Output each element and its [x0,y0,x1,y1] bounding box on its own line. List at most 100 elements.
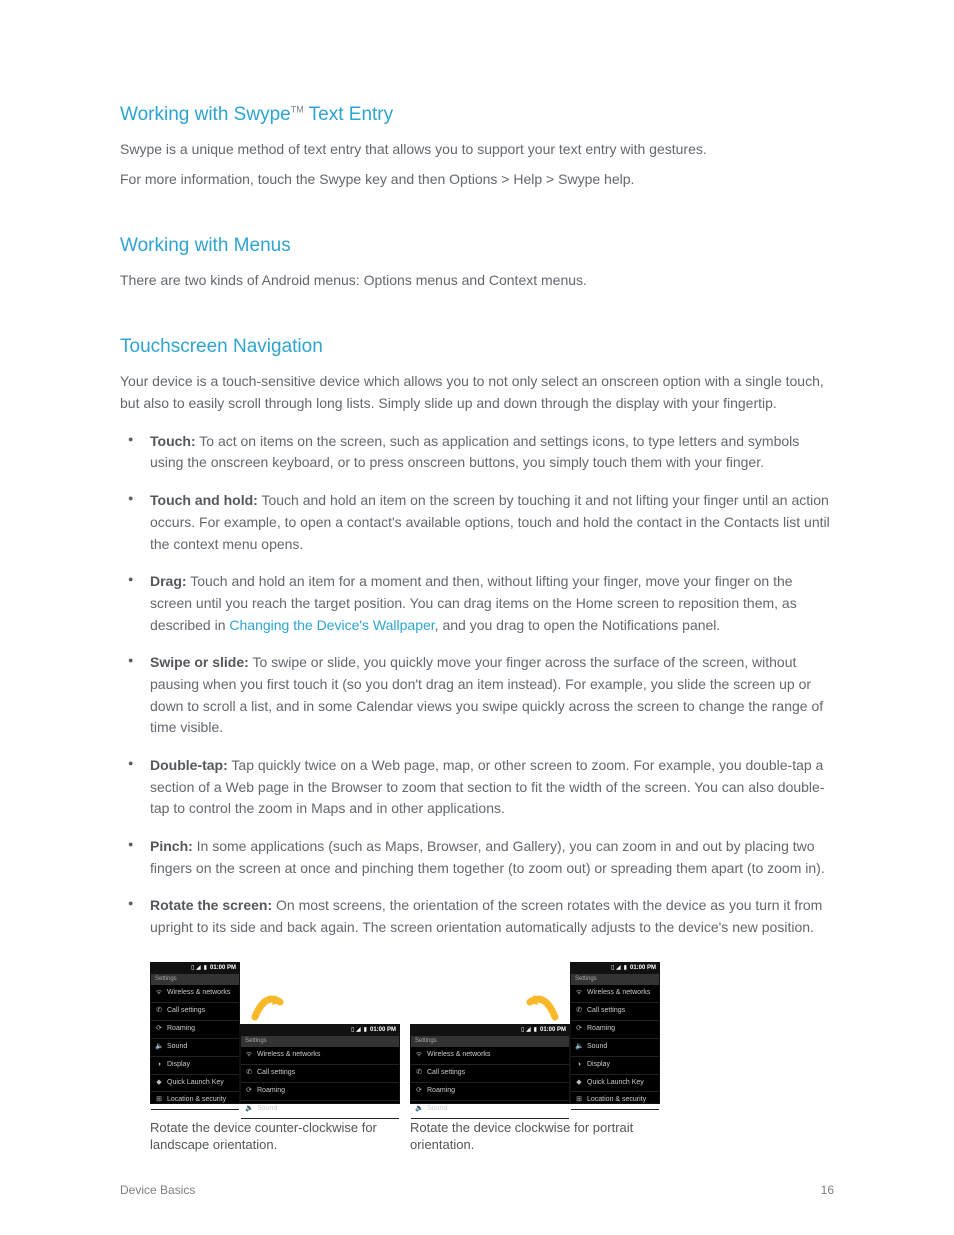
row-label: Sound [167,1042,187,1053]
status-time: 01:00 PM [630,964,656,973]
caption-landscape: Rotate the device counter-clockwise for … [150,1120,400,1154]
row-quicklaunch: ◆ Quick Launch Key [151,1075,239,1093]
bullet-lead: Double-tap: [150,757,228,773]
bullet-text: In some applications (such as Maps, Brow… [150,838,825,876]
sound-icon: 🔈 [575,1042,583,1053]
figure-portrait: ▯ ◢ ▮ 01:00 PM Settings ᯤ Wireless & netw… [410,962,660,1154]
row-label: Roaming [257,1086,285,1097]
row-display: ◑ Display [151,1057,239,1075]
row-label: Location & security [587,1095,646,1106]
wallpaper-link[interactable]: Changing the Device's Wallpaper [229,617,434,633]
row-label: Quick Launch Key [167,1078,224,1089]
row-label: Quick Launch Key [587,1078,644,1089]
row-label: Call settings [167,1006,205,1017]
bullet-pinch: Pinch: In some applications (such as Map… [120,828,834,887]
row-label: Wireless & networks [257,1050,320,1061]
row-label: Sound [427,1104,447,1115]
figure-portrait-thumbs: ▯ ◢ ▮ 01:00 PM Settings ᯤ Wireless & netw… [410,962,660,1112]
section-title-touchscreen: Touchscreen Navigation [120,332,834,361]
wifi-icon: ᯤ [575,988,583,999]
bullet-touch: Touch: To act on items on the screen, su… [120,423,834,482]
row-label: Wireless & networks [167,988,230,999]
phone-icon: ✆ [575,1006,583,1017]
row-sound: 🔈 Sound [151,1039,239,1057]
swype-title-pre: Working with Swype [120,104,291,125]
row-label: Roaming [427,1086,455,1097]
row-display: ◑ Display [571,1057,659,1075]
row-label: Display [587,1060,610,1071]
touchscreen-bullets: Touch: To act on items on the screen, su… [120,423,834,947]
settings-header: Settings [151,974,239,985]
signal-icon: ▯ ◢ [191,964,201,973]
row-label: Display [167,1060,190,1071]
row-sound: 🔈 Sound [411,1101,569,1119]
row-location: ⊞ Location & security [571,1092,659,1110]
roaming-icon: ⟳ [245,1086,253,1097]
signal-icon: ▯ ◢ [611,964,621,973]
battery-icon: ▮ [624,964,627,973]
bullet-text: To swipe or slide, you quickly move your… [150,654,823,735]
row-roaming: ⟳Roaming [571,1021,659,1039]
quicklaunch-icon: ◆ [575,1078,583,1089]
settings-header: Settings [411,1036,569,1047]
roaming-icon: ⟳ [575,1024,583,1035]
row-call: ✆ Call settings [571,1003,659,1021]
display-icon: ◑ [155,1060,163,1071]
row-label: Call settings [427,1068,465,1079]
sound-icon: 🔈 [245,1104,253,1115]
sound-icon: 🔈 [415,1104,423,1115]
rotation-figures: ▯ ◢ ▮ 01:00 PM Settings ᯤ Wireless & netw… [150,962,834,1154]
menus-paragraph: There are two kinds of Android menus: Op… [120,270,834,292]
phone-portrait: ▯ ◢ ▮ 01:00 PM Settings ᯤ Wireless & netw… [570,962,660,1104]
footer-section-label: Device Basics [120,1181,195,1200]
footer-page-number: 16 [821,1181,834,1200]
battery-icon: ▮ [534,1026,537,1035]
bullet-lead: Touch: [150,433,196,449]
phone-icon: ✆ [155,1006,163,1017]
row-sound: 🔈Sound [241,1101,399,1119]
row-label: Call settings [257,1068,295,1079]
status-time: 01:00 PM [370,1026,396,1035]
bullet-lead: Swipe or slide: [150,654,249,670]
roaming-icon: ⟳ [415,1086,423,1097]
location-icon: ⊞ [155,1095,163,1106]
status-time: 01:00 PM [540,1026,566,1035]
row-call: ✆Call settings [411,1065,569,1083]
sound-icon: 🔈 [155,1042,163,1053]
wifi-icon: ᯤ [155,988,163,999]
phone-portrait: ▯ ◢ ▮ 01:00 PM Settings ᯤ Wireless & netw… [150,962,240,1104]
battery-icon: ▮ [204,964,207,973]
bullet-text-post: , and you drag to open the Notifications… [435,617,721,633]
row-call: ✆Call settings [241,1065,399,1083]
figure-landscape-thumbs: ▯ ◢ ▮ 01:00 PM Settings ᯤ Wireless & netw… [150,962,400,1112]
status-bar: ▯ ◢ ▮ 01:00 PM [241,1025,399,1036]
row-location: ⊞Location & security [151,1092,239,1110]
bullet-double-tap: Double-tap: Tap quickly twice on a Web p… [120,747,834,828]
location-icon: ⊞ [575,1095,583,1106]
bullet-text: Tap quickly twice on a Web page, map, or… [150,757,824,816]
row-wireless: ᯤ Wireless & networks [411,1047,569,1065]
row-wireless: ᯤ Wireless & networks [241,1047,399,1065]
arrow-cw-icon [525,987,565,1027]
row-sound: 🔈Sound [571,1039,659,1057]
roaming-icon: ⟳ [155,1024,163,1035]
row-label: Wireless & networks [427,1050,490,1061]
wifi-icon: ᯤ [415,1050,423,1061]
swype-title-post: Text Entry [304,104,393,125]
row-label: Wireless & networks [587,988,650,999]
bullet-lead: Rotate the screen: [150,897,272,913]
display-icon: ◑ [575,1060,583,1071]
bullet-lead: Drag: [150,573,187,589]
section-title-swype: Working with SwypeTM Text Entry [120,100,834,129]
phone-landscape: ▯ ◢ ▮ 01:00 PM Settings ᯤWireless & netw… [410,1024,570,1104]
bullet-lead: Touch and hold: [150,492,258,508]
row-quicklaunch: ◆ Quick Launch Key [571,1075,659,1093]
settings-header: Settings [571,974,659,985]
quicklaunch-icon: ◆ [155,1078,163,1089]
row-label: Call settings [587,1006,625,1017]
bullet-lead: Pinch: [150,838,193,854]
status-bar: ▯ ◢ ▮ 01:00 PM [151,963,239,974]
status-time: 01:00 PM [210,964,236,973]
row-roaming: ⟳Roaming [151,1021,239,1039]
wifi-icon: ᯤ [245,1050,253,1061]
